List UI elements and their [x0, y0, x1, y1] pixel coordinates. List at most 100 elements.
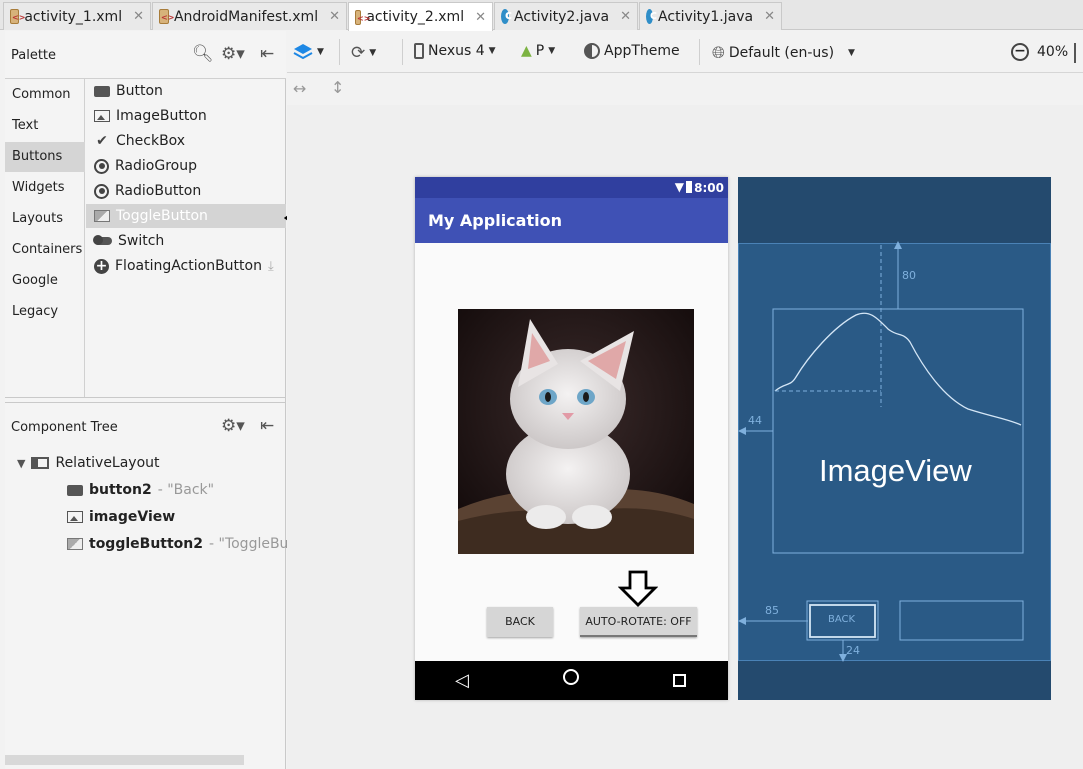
- palette-title: Palette: [11, 48, 57, 63]
- design-preview[interactable]: ▼ 8:00 My Application BACK AUTO-ROTATE: …: [415, 177, 728, 700]
- tree-node-button2[interactable]: button2 - "Back": [67, 482, 214, 498]
- palette-item-label: Button: [116, 83, 163, 99]
- tab-activity2-java[interactable]: Activity2.java ✕: [494, 2, 638, 30]
- close-icon[interactable]: ✕: [329, 9, 340, 24]
- app-bar: My Application: [415, 198, 728, 243]
- xml-file-icon: [10, 9, 26, 24]
- close-icon[interactable]: ✕: [133, 9, 144, 24]
- tree-node-relativelayout[interactable]: ▼ RelativeLayout: [17, 455, 160, 471]
- status-time: 8:00: [694, 181, 724, 195]
- zoom-controls: − 40%: [1011, 43, 1068, 61]
- tree-node-id: button2: [89, 482, 152, 498]
- globe-icon: 🌐︎: [712, 43, 725, 62]
- design-toolbar: ▼ ⟳ ▼ Nexus 4 ▼ ▲ P ▼ AppTheme 🌐︎ Defaul…: [287, 31, 1083, 73]
- locale-dropdown[interactable]: 🌐︎ Default (en-us) ▼: [712, 43, 855, 63]
- toggle-icon: [67, 538, 83, 550]
- locale-label: Default (en-us): [728, 45, 835, 61]
- search-icon[interactable]: 🔍︎: [192, 44, 214, 64]
- status-bar: ▼ 8:00: [415, 177, 728, 198]
- close-icon[interactable]: ✕: [764, 9, 775, 24]
- category-legacy[interactable]: Legacy: [5, 297, 85, 327]
- category-containers[interactable]: Containers: [5, 235, 85, 265]
- home-nav-icon[interactable]: [563, 669, 579, 685]
- margin-left-button-label: 85: [765, 604, 779, 617]
- rotate-device-icon: ⟳: [351, 43, 366, 63]
- api-label: P: [535, 43, 545, 59]
- tab-activity-2-xml[interactable]: activity_2.xml ✕: [348, 2, 493, 31]
- tab-label: activity_2.xml: [366, 9, 465, 25]
- category-common[interactable]: Common: [5, 80, 85, 110]
- hide-panel-icon[interactable]: ⇤: [260, 44, 274, 64]
- blueprint-view[interactable]: 80 44 85 24 BACK ImageView: [738, 177, 1051, 700]
- radio-icon: [94, 183, 109, 199]
- palette-item-togglebutton[interactable]: ToggleButton: [86, 204, 286, 228]
- palette-item-label: Switch: [118, 233, 165, 249]
- theme-selector[interactable]: AppTheme: [584, 43, 680, 59]
- xml-file-icon: [355, 9, 371, 25]
- layers-dropdown[interactable]: ▼: [293, 43, 324, 61]
- palette-item-radiobutton[interactable]: RadioButton: [86, 179, 286, 203]
- wifi-icon: ▼: [674, 180, 684, 194]
- fab-icon: +: [94, 257, 109, 274]
- download-icon[interactable]: ⤓: [268, 259, 274, 274]
- tab-label: Activity2.java: [514, 8, 610, 25]
- zoom-out-icon[interactable]: −: [1011, 43, 1029, 61]
- recents-nav-icon[interactable]: [673, 674, 686, 687]
- gear-icon[interactable]: ⚙▾: [221, 416, 245, 436]
- check-icon: ✔: [96, 133, 108, 149]
- palette-item-radiogroup[interactable]: RadioGroup: [86, 154, 286, 178]
- button-icon: [67, 484, 83, 496]
- tab-label: AndroidManifest.xml: [173, 8, 319, 25]
- resize-horizontal-icon[interactable]: ↔: [293, 79, 306, 98]
- tree-node-imageview[interactable]: imageView: [67, 509, 175, 525]
- palette-items: Button ImageButton ✔ CheckBox RadioGroup…: [86, 79, 286, 397]
- resize-vertical-icon[interactable]: ↕: [331, 78, 344, 97]
- component-tree: ▼ RelativeLayout button2 - "Back" imageV…: [5, 443, 299, 603]
- image-icon: [67, 511, 83, 523]
- close-icon[interactable]: ✕: [475, 10, 486, 25]
- tab-activity-1-xml[interactable]: activity_1.xml ✕: [3, 2, 151, 30]
- palette-item-switch[interactable]: Switch: [86, 229, 286, 253]
- chevron-down-icon[interactable]: ▼: [17, 457, 25, 470]
- category-buttons[interactable]: Buttons: [5, 142, 85, 172]
- hide-panel-icon[interactable]: ⇤: [260, 416, 274, 436]
- orientation-dropdown[interactable]: ⟳ ▼: [351, 43, 376, 63]
- palette-item-label: CheckBox: [116, 133, 186, 149]
- back-nav-icon[interactable]: ◁: [455, 670, 469, 691]
- category-google[interactable]: Google: [5, 266, 85, 296]
- category-layouts[interactable]: Layouts: [5, 204, 85, 234]
- back-button[interactable]: BACK: [487, 607, 553, 637]
- horizontal-scrollbar[interactable]: [5, 755, 244, 765]
- left-panel: Palette 🔍︎ ⚙▾ ⇤ Common Text Buttons Widg…: [5, 31, 299, 769]
- tab-activity1-java[interactable]: Activity1.java ✕: [639, 2, 782, 30]
- tree-node-id: toggleButton2: [89, 536, 203, 552]
- blueprint-back-label: BACK: [828, 614, 856, 625]
- palette-item-label: ImageButton: [116, 108, 207, 124]
- editor-tab-bar: activity_1.xml ✕ AndroidManifest.xml ✕ a…: [0, 0, 1083, 31]
- java-class-icon: [646, 8, 657, 24]
- component-tree-header: Component Tree ⚙▾ ⇤: [5, 403, 286, 443]
- palette-item-checkbox[interactable]: ✔ CheckBox: [86, 129, 286, 153]
- category-text[interactable]: Text: [5, 111, 85, 141]
- close-icon[interactable]: ✕: [620, 9, 631, 24]
- gear-icon[interactable]: ⚙▾: [221, 44, 245, 64]
- palette-item-button[interactable]: Button: [86, 79, 286, 103]
- layers-icon: [293, 44, 313, 60]
- kitten-image[interactable]: [458, 309, 694, 554]
- api-level-dropdown[interactable]: ▲ P ▼: [521, 43, 555, 59]
- auto-rotate-toggle-button[interactable]: AUTO-ROTATE: OFF: [580, 607, 697, 637]
- margin-top-label: 80: [902, 269, 916, 282]
- tree-node-togglebutton2[interactable]: toggleButton2 - "ToggleButt: [67, 536, 299, 552]
- palette-item-label: RadioGroup: [115, 158, 197, 174]
- down-arrow-annotation: [618, 570, 658, 607]
- blueprint-constraints: [738, 241, 1024, 662]
- tree-node-hint: - "ToggleButt: [209, 536, 300, 552]
- palette-item-floatingactionbutton[interactable]: + FloatingActionButton ⤓: [86, 254, 286, 278]
- device-dropdown[interactable]: Nexus 4 ▼: [414, 43, 496, 59]
- theme-label: AppTheme: [604, 43, 680, 59]
- component-tree-title: Component Tree: [11, 420, 118, 435]
- tab-androidmanifest-xml[interactable]: AndroidManifest.xml ✕: [152, 2, 347, 30]
- palette-item-label: FloatingActionButton: [115, 258, 262, 274]
- palette-item-imagebutton[interactable]: ImageButton: [86, 104, 286, 128]
- category-widgets[interactable]: Widgets: [5, 173, 85, 203]
